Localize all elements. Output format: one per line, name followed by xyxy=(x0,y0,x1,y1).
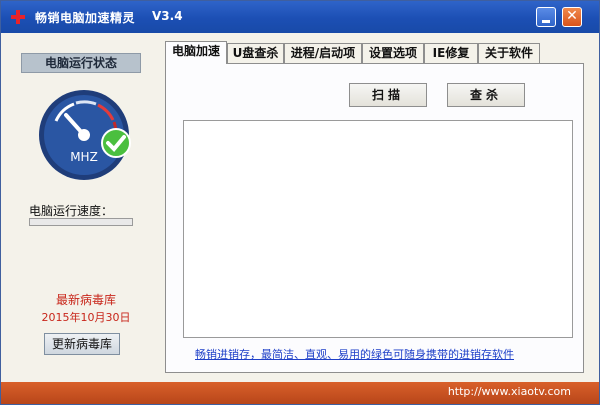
run-status-label: 电脑运行状态 xyxy=(21,53,141,73)
footer-bar: http://www.xiaotv.com xyxy=(1,382,599,404)
promo-link[interactable]: 畅销进销存，最简洁、直观、易用的绿色可随身携带的进销存软件 xyxy=(195,346,514,362)
tab-settings[interactable]: 设置选项 xyxy=(362,43,424,63)
kill-button[interactable]: 查杀 xyxy=(447,83,525,107)
title-bar[interactable]: 畅销电脑加速精灵 V3.4 ✕ xyxy=(1,1,599,33)
close-button[interactable]: ✕ xyxy=(562,7,582,27)
app-version: V3.4 xyxy=(152,9,183,23)
app-title: 畅销电脑加速精灵 xyxy=(35,11,136,25)
virus-db-title: 最新病毒库 xyxy=(55,293,116,307)
minimize-button[interactable] xyxy=(536,7,556,27)
scan-button[interactable]: 扫描 xyxy=(349,83,427,107)
footer-url[interactable]: http://www.xiaotv.com xyxy=(448,385,571,398)
scan-result-area[interactable] xyxy=(183,120,573,338)
tab-ie-repair[interactable]: IE修复 xyxy=(424,43,478,63)
update-virus-db-button[interactable]: 更新病毒库 xyxy=(44,333,120,355)
speed-progress-bar xyxy=(29,218,133,226)
virus-db-date: 2015年10月30日 xyxy=(41,311,131,324)
tab-computer-speedup[interactable]: 电脑加速 xyxy=(165,41,227,64)
gauge-unit: MHZ xyxy=(70,150,98,164)
speed-label: 电脑运行速度： xyxy=(29,204,114,218)
app-window: 畅销电脑加速精灵 V3.4 ✕ 电脑运行状态 MHZ 电脑运行速度： 最新病毒库… xyxy=(0,0,600,405)
app-cross-icon xyxy=(10,9,26,25)
tab-process-startup[interactable]: 进程/启动项 xyxy=(284,43,362,63)
tab-usb-scan[interactable]: U盘查杀 xyxy=(227,43,284,63)
speed-gauge-icon: MHZ xyxy=(39,90,131,180)
tab-about[interactable]: 关于软件 xyxy=(478,43,540,63)
